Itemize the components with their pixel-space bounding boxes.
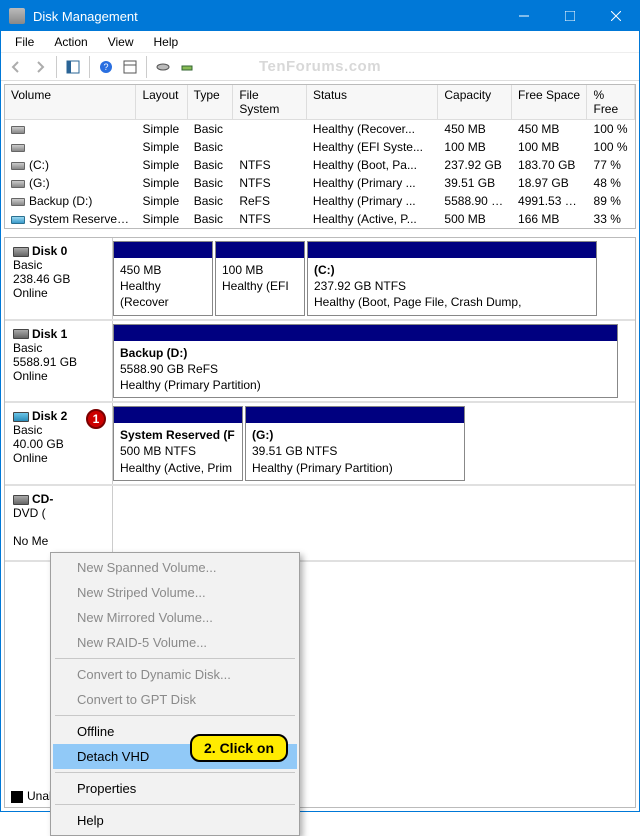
toolbar: ? TenForums.com [1, 53, 639, 81]
partition[interactable]: (C:)237.92 GB NTFSHealthy (Boot, Page Fi… [307, 241, 597, 316]
disk-icon [13, 412, 29, 422]
drive-icon [11, 180, 25, 188]
annotation-badge-1: 1 [86, 409, 106, 429]
disk-info[interactable]: Disk 0Basic238.46 GBOnline [5, 238, 113, 319]
close-button[interactable] [593, 1, 639, 31]
toolbar-view-icon[interactable] [62, 56, 84, 78]
partition[interactable]: Backup (D:)5588.90 GB ReFSHealthy (Prima… [113, 324, 618, 399]
annotation-callout-2: 2. Click on [190, 734, 288, 762]
window-title: Disk Management [33, 9, 138, 24]
menu-new-raid5: New RAID-5 Volume... [53, 630, 297, 655]
menu-new-mirrored: New Mirrored Volume... [53, 605, 297, 630]
partition[interactable]: 100 MBHealthy (EFI [215, 241, 305, 316]
menu-help[interactable]: Help [144, 33, 189, 51]
volume-list: Volume Layout Type File System Status Ca… [4, 84, 636, 229]
partition[interactable]: System Reserved (F500 MB NTFSHealthy (Ac… [113, 406, 243, 481]
col-volume[interactable]: Volume [5, 85, 136, 119]
toolbar-disk-icon[interactable] [152, 56, 174, 78]
volume-row[interactable]: Backup (D:)SimpleBasicReFSHealthy (Prima… [5, 192, 635, 210]
menu-new-striped: New Striped Volume... [53, 580, 297, 605]
col-filesystem[interactable]: File System [233, 85, 307, 119]
disk-icon [13, 495, 29, 505]
menu-convert-dynamic: Convert to Dynamic Disk... [53, 662, 297, 687]
disk-icon [13, 329, 29, 339]
context-menu: New Spanned Volume... New Striped Volume… [50, 552, 300, 836]
volume-row[interactable]: System Reserved (...SimpleBasicNTFSHealt… [5, 210, 635, 228]
disk-management-window: Disk Management File Action View Help ? … [0, 0, 640, 812]
toolbar-refresh-icon[interactable] [119, 56, 141, 78]
forward-button [29, 56, 51, 78]
menu-view[interactable]: View [98, 33, 144, 51]
disk-info[interactable]: Disk 1Basic5588.91 GBOnline [5, 321, 113, 402]
toolbar-help-icon[interactable]: ? [95, 56, 117, 78]
col-pctfree[interactable]: % Free [587, 85, 635, 119]
col-type[interactable]: Type [188, 85, 234, 119]
disk-row: CD-DVD (No Me [5, 486, 635, 562]
partition[interactable]: 450 MBHealthy (Recover [113, 241, 213, 316]
disk-row: Disk 1Basic5588.91 GBOnlineBackup (D:)55… [5, 321, 635, 404]
disk-icon [13, 247, 29, 257]
toolbar-action-icon[interactable] [176, 56, 198, 78]
volume-row[interactable]: (C:)SimpleBasicNTFSHealthy (Boot, Pa...2… [5, 156, 635, 174]
partition[interactable]: (G:)39.51 GB NTFSHealthy (Primary Partit… [245, 406, 465, 481]
watermark: TenForums.com [259, 58, 381, 75]
drive-icon [11, 216, 25, 224]
volume-header: Volume Layout Type File System Status Ca… [5, 85, 635, 120]
disk-info[interactable]: CD-DVD (No Me [5, 486, 113, 560]
svg-text:?: ? [103, 62, 108, 72]
menu-properties[interactable]: Properties [53, 776, 297, 801]
menu-action[interactable]: Action [44, 33, 97, 51]
volume-row[interactable]: (G:)SimpleBasicNTFSHealthy (Primary ...3… [5, 174, 635, 192]
minimize-button[interactable] [501, 1, 547, 31]
col-layout[interactable]: Layout [136, 85, 187, 119]
disk-row: Disk 0Basic238.46 GBOnline450 MBHealthy … [5, 238, 635, 321]
drive-icon [11, 162, 25, 170]
menu-convert-gpt: Convert to GPT Disk [53, 687, 297, 712]
maximize-button[interactable] [547, 1, 593, 31]
col-freespace[interactable]: Free Space [512, 85, 587, 119]
volume-row[interactable]: SimpleBasicHealthy (EFI Syste...100 MB10… [5, 138, 635, 156]
drive-icon [11, 144, 25, 152]
volume-row[interactable]: SimpleBasicHealthy (Recover...450 MB450 … [5, 120, 635, 138]
menu-file[interactable]: File [5, 33, 44, 51]
menubar: File Action View Help [1, 31, 639, 53]
col-status[interactable]: Status [307, 85, 438, 119]
legend-unallocated: Unal [11, 789, 52, 803]
col-capacity[interactable]: Capacity [438, 85, 512, 119]
drive-icon [11, 198, 25, 206]
menu-new-spanned: New Spanned Volume... [53, 555, 297, 580]
drive-icon [11, 126, 25, 134]
titlebar[interactable]: Disk Management [1, 1, 639, 31]
back-button [5, 56, 27, 78]
app-icon [9, 8, 25, 24]
